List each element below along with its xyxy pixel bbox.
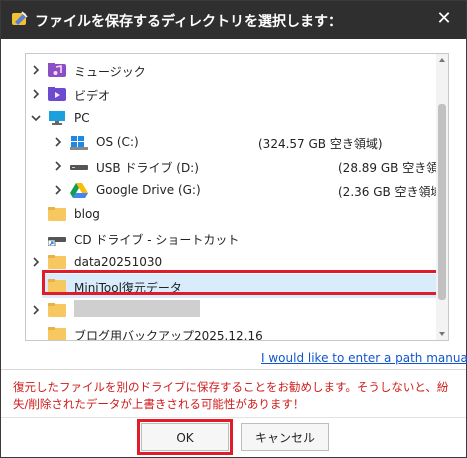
folder-icon: [48, 254, 66, 270]
chevron-right-icon[interactable]: [52, 184, 64, 196]
windows-drive-icon: [70, 134, 88, 150]
tree-item-label: data20251030: [74, 255, 163, 269]
tree-item[interactable]: PC: [26, 106, 436, 130]
chevron-right-icon[interactable]: [30, 88, 42, 100]
scrollbar-thumb[interactable]: [438, 104, 446, 300]
music-folder-icon: [48, 62, 66, 78]
directory-tree[interactable]: ミュージック ビデオ PC OS (C:) (324.57 GB 空き領域) USB ドラ…: [25, 53, 449, 341]
dialog-titlebar: ファイルを保存するディレクトリを選択します： ✕: [1, 1, 466, 39]
video-folder-icon: [48, 86, 66, 102]
usb-drive-icon: [70, 158, 88, 174]
vertical-scrollbar[interactable]: [436, 54, 448, 340]
tree-item[interactable]: CD ドライブ - ショートカット: [26, 226, 436, 250]
scroll-down-arrow-icon[interactable]: [439, 332, 445, 337]
tree-item-label: Google Drive (G:): [96, 183, 201, 197]
free-space-label: (324.57 GB 空き領域): [258, 137, 383, 151]
tree-item-label: ミュージック: [74, 65, 146, 79]
folder-icon: [48, 206, 66, 222]
footer-divider: [1, 417, 466, 418]
tree-item[interactable]: blog: [26, 202, 436, 226]
overwrite-warning: 復元したファイルを別のドライブに保存することをお勧めします。そうしないと、紛失/…: [13, 380, 449, 411]
chevron-right-icon[interactable]: [30, 256, 42, 268]
tree-item-label: ブログ用バックアップ2025.12.16: [74, 329, 263, 341]
divider: [1, 369, 466, 370]
tree-item-selected[interactable]: MiniTool復元データ: [42, 274, 438, 298]
tree-item[interactable]: ミュージック: [26, 58, 436, 82]
free-space-label: (2.36 GB 空き領域: [338, 185, 443, 199]
folder-icon: [48, 326, 66, 340]
tree-item-label: MiniTool復元データ: [74, 281, 182, 295]
tree-item[interactable]: data20251030: [26, 250, 436, 274]
chevron-right-icon[interactable]: [30, 304, 42, 316]
scroll-up-arrow-icon[interactable]: [439, 57, 445, 62]
save-directory-dialog: ファイルを保存するディレクトリを選択します： ✕ ミュージック ビデオ PC OS (…: [0, 0, 467, 458]
tree-item[interactable]: Google Drive (G:) (2.36 GB 空き領域: [26, 178, 443, 202]
chevron-right-icon[interactable]: [52, 160, 64, 172]
tree-item[interactable]: ブログ用バックアップ2025.12.16: [26, 322, 436, 341]
manual-path-link[interactable]: I would like to enter a path manually.: [261, 351, 467, 365]
close-icon[interactable]: ✕: [434, 9, 454, 29]
tree-item[interactable]: USB ドライブ (D:) (28.89 GB 空き領域: [26, 154, 448, 178]
tree-item[interactable]: OS (C:) (324.57 GB 空き領域): [26, 130, 436, 154]
dialog-title: ファイルを保存するディレクトリを選択します：: [35, 14, 343, 30]
folder-icon: [48, 302, 66, 318]
tree-item-label: PC: [74, 111, 90, 125]
google-drive-icon: [70, 182, 88, 198]
folder-icon: [48, 278, 66, 294]
tree-item-label: OS (C:): [96, 135, 139, 149]
redacted-folder-name: [74, 300, 200, 317]
cancel-button[interactable]: キャンセル: [241, 423, 329, 451]
chevron-down-icon[interactable]: [30, 112, 42, 124]
minitool-app-icon: [12, 11, 28, 25]
tree-item-label: USB ドライブ (D:): [96, 161, 199, 175]
shortcut-drive-icon: [47, 230, 66, 247]
tree-item[interactable]: ビデオ: [26, 82, 436, 106]
tree-item-label: blog: [74, 207, 100, 221]
pc-monitor-icon: [48, 110, 66, 126]
chevron-right-icon[interactable]: [30, 64, 42, 76]
tree-item-label: CD ドライブ - ショートカット: [74, 233, 240, 247]
chevron-right-icon[interactable]: [52, 136, 64, 148]
free-space-label: (28.89 GB 空き領域: [338, 161, 449, 175]
tree-item-label: ビデオ: [74, 89, 111, 103]
ok-button[interactable]: OK: [141, 423, 229, 451]
